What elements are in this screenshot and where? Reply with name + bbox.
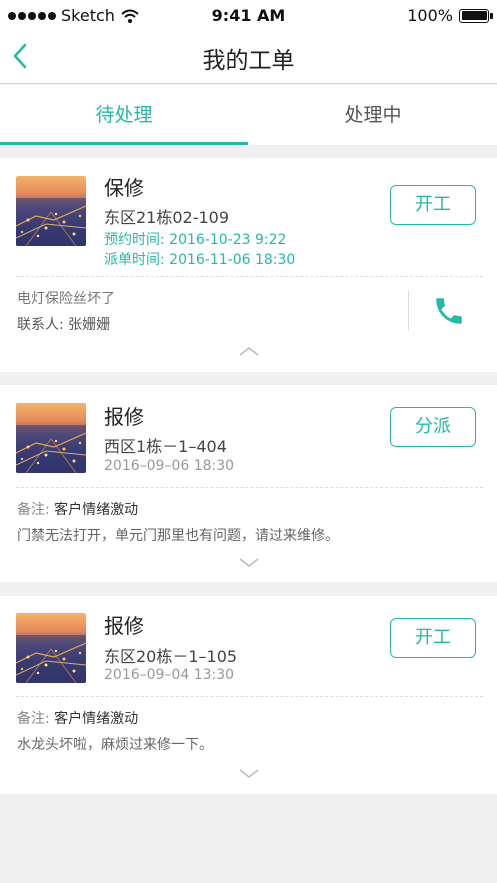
nav-bar: 我的工单 bbox=[0, 30, 497, 84]
order-description: 门禁无法打开，单元门那里也有问题，请过来维修。 bbox=[17, 528, 339, 544]
appointment-label: 预约时间: bbox=[104, 232, 165, 248]
tab-bar: 待处理 处理中 bbox=[0, 85, 497, 145]
battery-percent: 100% bbox=[407, 6, 453, 25]
chevron-down-icon[interactable] bbox=[238, 557, 260, 569]
order-description: 水龙头坏啦，麻烦过来修一下。 bbox=[17, 737, 213, 753]
divider bbox=[16, 487, 483, 488]
order-title: 报修 bbox=[104, 614, 144, 638]
dispatch-time: 派单时间: 2016-11-06 18:30 bbox=[104, 249, 295, 269]
tab-indicator bbox=[0, 142, 248, 145]
chevron-up-icon[interactable] bbox=[238, 345, 260, 357]
order-title: 报修 bbox=[104, 405, 144, 429]
order-address: 西区1栋－1–404 bbox=[104, 437, 227, 456]
order-card: 保修 东区21栋02-109 预约时间: 2016-10-23 9:22 派单时… bbox=[0, 158, 497, 372]
phone-icon[interactable] bbox=[432, 294, 466, 328]
order-address: 东区21栋02-109 bbox=[104, 208, 230, 227]
appointment-time: 预约时间: 2016-10-23 9:22 bbox=[104, 229, 286, 249]
order-address: 东区20栋－1–105 bbox=[104, 647, 238, 666]
status-right: 100% bbox=[407, 6, 493, 25]
order-time: 2016–09–04 13:30 bbox=[104, 667, 235, 683]
order-title: 保修 bbox=[104, 176, 144, 200]
chevron-down-icon[interactable] bbox=[238, 768, 260, 780]
order-card: 报修 西区1栋－1–404 2016–09–06 18:30 分派 备注: 客户… bbox=[0, 385, 497, 582]
tab-in-progress[interactable]: 处理中 bbox=[249, 85, 497, 145]
note-label: 备注: bbox=[17, 711, 50, 727]
contact-name: 张姗姗 bbox=[68, 317, 111, 333]
order-thumbnail bbox=[16, 403, 86, 473]
note-label: 备注: bbox=[17, 502, 50, 518]
note-value: 客户情绪激动 bbox=[54, 502, 139, 518]
appointment-value: 2016-10-23 9:22 bbox=[169, 232, 287, 248]
dispatch-value: 2016-11-06 18:30 bbox=[169, 252, 296, 268]
order-note: 备注: 客户情绪激动 bbox=[17, 499, 138, 519]
order-thumbnail bbox=[16, 613, 86, 683]
tab-pending[interactable]: 待处理 bbox=[0, 85, 248, 145]
order-note: 备注: 客户情绪激动 bbox=[17, 708, 138, 728]
divider bbox=[16, 276, 483, 277]
order-time: 2016–09–06 18:30 bbox=[104, 458, 235, 474]
dispatch-label: 派单时间: bbox=[104, 252, 165, 268]
battery-icon bbox=[459, 8, 493, 23]
fault-description: 电灯保险丝坏了 bbox=[17, 291, 115, 307]
start-work-button[interactable]: 开工 bbox=[390, 185, 476, 225]
order-card: 报修 东区20栋－1–105 2016–09–04 13:30 开工 备注: 客… bbox=[0, 596, 497, 794]
contact-person: 联系人: 张姗姗 bbox=[17, 314, 110, 334]
contact-label: 联系人: bbox=[17, 317, 64, 333]
note-value: 客户情绪激动 bbox=[54, 711, 139, 727]
vertical-divider bbox=[408, 290, 409, 330]
start-work-button[interactable]: 开工 bbox=[390, 618, 476, 658]
status-bar: Sketch 9:41 AM 100% bbox=[0, 0, 497, 30]
divider bbox=[16, 696, 483, 697]
assign-button[interactable]: 分派 bbox=[390, 407, 476, 447]
order-thumbnail bbox=[16, 176, 86, 246]
page-title: 我的工单 bbox=[202, 48, 295, 74]
